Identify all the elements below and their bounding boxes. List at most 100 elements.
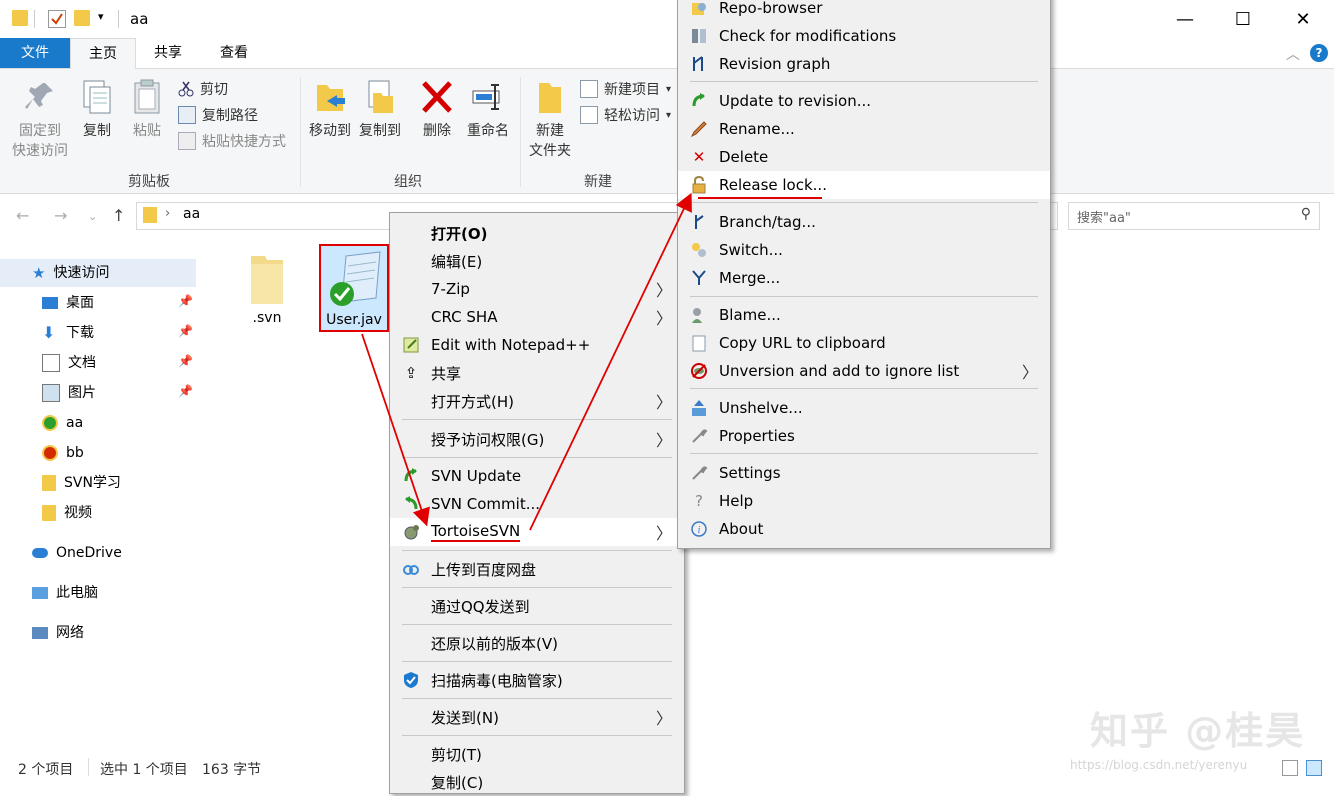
paste-shortcut-button[interactable]: 粘贴快捷方式: [178, 131, 286, 151]
search-icon[interactable]: ⚲: [1301, 206, 1311, 222]
menu-item-grant-access[interactable]: 授予访问权限(G) 〉: [390, 425, 684, 453]
menu-item-send-to[interactable]: 发送到(N) 〉: [390, 703, 684, 731]
breadcrumb[interactable]: aa: [183, 206, 200, 222]
menu-item-crc-sha[interactable]: CRC SHA 〉: [390, 303, 684, 331]
search-input[interactable]: 搜索"aa": [1077, 207, 1131, 226]
properties-check-icon[interactable]: [48, 10, 66, 28]
nav-item-documents[interactable]: 文档: [42, 349, 96, 377]
menu-item-notepadpp[interactable]: Edit with Notepad++: [390, 331, 684, 359]
svn-item-switch[interactable]: Switch...: [678, 236, 1050, 264]
menu-item-share[interactable]: ⇪ 共享: [390, 359, 684, 387]
menu-item-copy[interactable]: 复制(C): [390, 768, 684, 796]
large-icons-view-icon[interactable]: [1306, 760, 1322, 776]
menu-item-edit[interactable]: 编辑(E): [390, 247, 684, 275]
maximize-button[interactable]: ☐: [1214, 0, 1272, 38]
paste-button[interactable]: 粘贴: [126, 79, 168, 141]
svn-item-update-to-revision[interactable]: Update to revision...: [678, 87, 1050, 115]
nav-item-bb[interactable]: bb: [42, 439, 84, 467]
qat-divider: [34, 10, 35, 28]
svn-item-repo-browser[interactable]: Repo-browser: [678, 0, 1050, 22]
breadcrumb-chevron-icon[interactable]: ›: [165, 206, 170, 221]
copy-to-button[interactable]: 复制到: [356, 79, 404, 141]
svn-item-unversion-ignore[interactable]: Unversion and add to ignore list 〉: [678, 357, 1050, 385]
file-item-user-java[interactable]: User.jav: [319, 244, 389, 332]
svn-item-copy-url[interactable]: Copy URL to clipboard: [678, 329, 1050, 357]
svn-item-about[interactable]: i About: [678, 515, 1050, 543]
menu-item-open-with[interactable]: 打开方式(H) 〉: [390, 387, 684, 415]
svn-item-help[interactable]: ? Help: [678, 487, 1050, 515]
new-folder-button[interactable]: 新建 文件夹: [524, 79, 576, 161]
new-folder-qat-icon[interactable]: [74, 10, 90, 26]
tab-share[interactable]: 共享: [138, 38, 198, 68]
details-view-icon[interactable]: [1282, 760, 1298, 776]
svn-item-merge[interactable]: Merge...: [678, 264, 1050, 292]
title-bar: ▾ aa — ☐ ✕: [0, 0, 1334, 38]
nav-item-pictures[interactable]: 图片: [42, 379, 96, 407]
svn-item-check-modifications[interactable]: Check for modifications: [678, 22, 1050, 50]
file-item-svn-folder[interactable]: .svn: [232, 250, 302, 326]
new-item-dropdown-icon: ▾: [666, 83, 672, 95]
svn-item-branch-tag[interactable]: Branch/tag...: [678, 208, 1050, 236]
forward-arrow-icon[interactable]: →: [54, 206, 67, 225]
menu-item-7zip[interactable]: 7-Zip 〉: [390, 275, 684, 303]
rename-label: 重命名: [467, 123, 509, 139]
rename-button[interactable]: 重命名: [464, 79, 512, 141]
menu-separator: [402, 550, 672, 551]
move-to-button[interactable]: 移动到: [306, 79, 354, 141]
title-divider: [118, 10, 119, 28]
svn-item-settings[interactable]: Settings: [678, 459, 1050, 487]
status-divider: [88, 758, 89, 776]
new-item-button[interactable]: 新建项目 ▾: [580, 79, 671, 99]
nav-item-svn-study[interactable]: SVN学习: [42, 469, 121, 497]
menu-item-baidu-upload[interactable]: 上传到百度网盘: [390, 555, 684, 583]
cut-button[interactable]: 剪切: [178, 79, 228, 99]
svn-item-blame[interactable]: Blame...: [678, 301, 1050, 329]
menu-item-virus-scan[interactable]: 扫描病毒(电脑管家): [390, 666, 684, 694]
move-to-label: 移动到: [309, 123, 351, 139]
nav-item-aa[interactable]: aa: [42, 409, 83, 437]
svn-item-delete[interactable]: ✕ Delete: [678, 143, 1050, 171]
tab-file[interactable]: 文件: [0, 38, 70, 68]
nav-item-desktop[interactable]: 桌面: [42, 289, 94, 317]
menu-item-svn-commit[interactable]: SVN Commit...: [390, 490, 684, 518]
minimize-button[interactable]: —: [1156, 0, 1214, 38]
menu-item-cut[interactable]: 剪切(T): [390, 740, 684, 768]
close-button[interactable]: ✕: [1274, 0, 1332, 38]
pin-to-quick-access-button[interactable]: 固定到 快速访问: [6, 79, 74, 161]
nav-onedrive[interactable]: OneDrive: [32, 539, 122, 567]
qat-dropdown-icon[interactable]: ▾: [98, 10, 104, 23]
nav-item-downloads[interactable]: ⬇ 下载: [42, 319, 94, 347]
svn-item-rename[interactable]: Rename...: [678, 115, 1050, 143]
copy-icon: [80, 79, 114, 115]
svn-item-release-lock[interactable]: Release lock...: [678, 171, 1050, 199]
help-icon[interactable]: ?: [1310, 44, 1328, 62]
menu-item-svn-update[interactable]: SVN Update: [390, 462, 684, 490]
up-arrow-icon[interactable]: ↑: [112, 206, 125, 225]
menu-item-tortoisesvn[interactable]: TortoiseSVN 〉: [390, 518, 684, 546]
menu-item-restore-versions[interactable]: 还原以前的版本(V): [390, 629, 684, 657]
recent-locations-icon[interactable]: ⌄: [88, 210, 97, 223]
nav-quick-access[interactable]: ★ 快速访问: [0, 259, 196, 287]
pin-icon[interactable]: 📌: [178, 354, 193, 368]
tab-view[interactable]: 查看: [204, 38, 264, 68]
copy-path-button[interactable]: 复制路径: [178, 105, 258, 125]
baidu-cloud-icon: [402, 560, 420, 578]
back-arrow-icon[interactable]: ←: [16, 206, 29, 225]
easy-access-button[interactable]: 轻松访问 ▾: [580, 105, 671, 125]
svn-item-revision-graph[interactable]: Revision graph: [678, 50, 1050, 78]
nav-this-pc[interactable]: 此电脑: [32, 579, 98, 607]
pin-icon[interactable]: 📌: [178, 324, 193, 338]
nav-item-videos[interactable]: 视频: [42, 499, 92, 527]
collapse-ribbon-icon[interactable]: ︿: [1286, 44, 1300, 64]
copy-button[interactable]: 复制: [76, 79, 118, 141]
pin-icon[interactable]: 📌: [178, 384, 193, 398]
svn-item-unshelve[interactable]: Unshelve...: [678, 394, 1050, 422]
menu-item-send-via-qq[interactable]: 通过QQ发送到: [390, 592, 684, 620]
search-box[interactable]: 搜索"aa" ⚲: [1068, 202, 1320, 230]
menu-item-open[interactable]: 打开(O): [390, 219, 684, 247]
tab-home[interactable]: 主页: [70, 38, 136, 69]
nav-network[interactable]: 网络: [32, 619, 84, 647]
delete-button[interactable]: 删除: [416, 79, 458, 141]
svn-item-properties[interactable]: Properties: [678, 422, 1050, 450]
pin-icon[interactable]: 📌: [178, 294, 193, 308]
